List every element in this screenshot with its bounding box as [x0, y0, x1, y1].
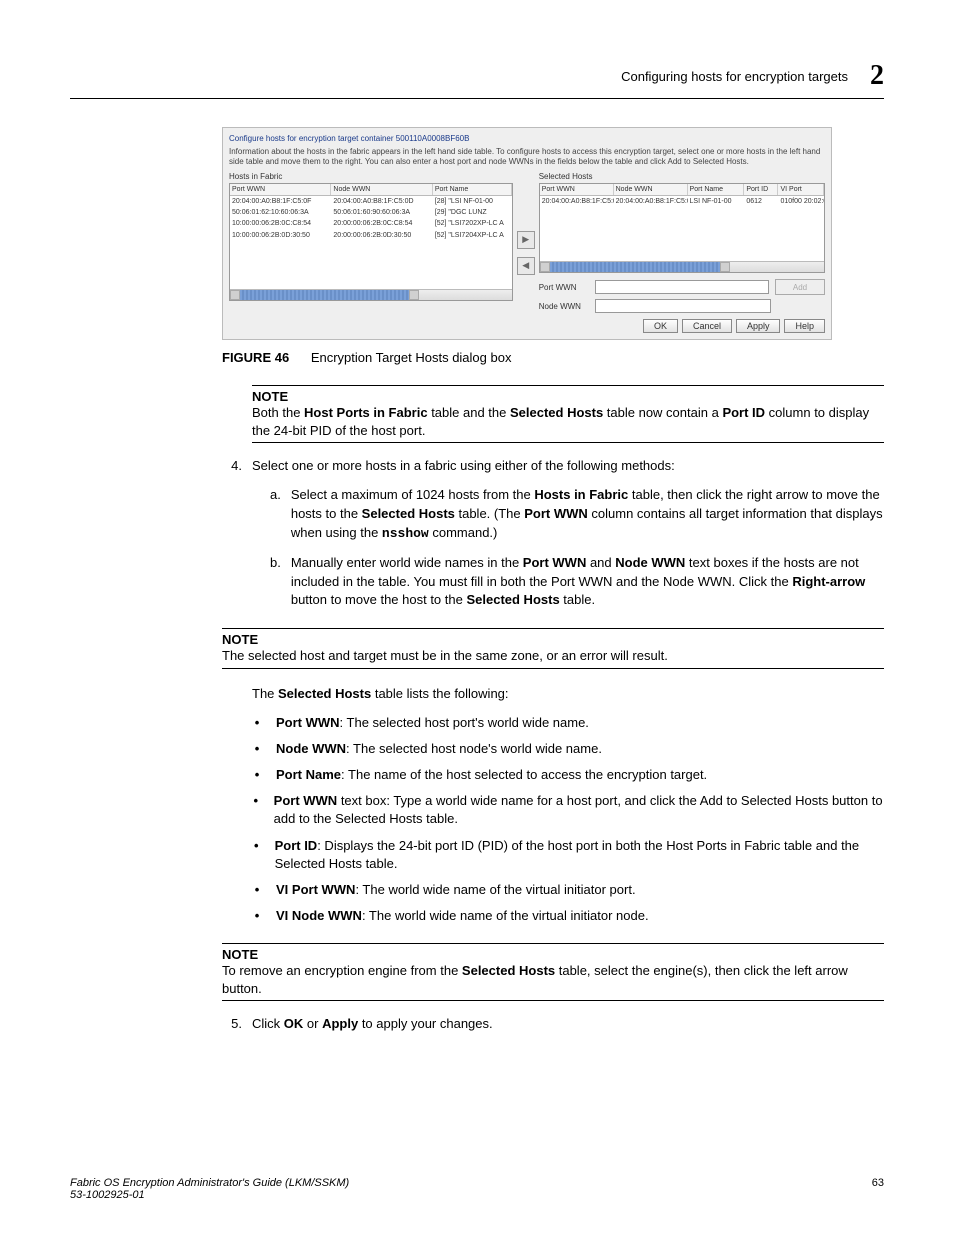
hosts-in-fabric-table[interactable]: Port WWN Node WWN Port Name 20:04:00:A0:…: [229, 183, 513, 301]
port-wwn-input[interactable]: [595, 280, 769, 294]
table-row[interactable]: 20:04:00:A0:B8:1F:C5:0E 20:04:00:A0:B8:1…: [540, 196, 824, 207]
list-intro: The Selected Hosts table lists the follo…: [252, 685, 884, 704]
note-block: NOTE To remove an encryption engine from…: [222, 943, 884, 1001]
ok-button[interactable]: OK: [643, 319, 678, 333]
table-row[interactable]: 50:06:01:62:10:60:06:3A50:06:01:60:90:60…: [230, 207, 512, 218]
col-vi-port: VI Port: [778, 184, 823, 195]
table-row[interactable]: 20:04:00:A0:B8:1F:C5:0F20:04:00:A0:B8:1F…: [230, 196, 512, 207]
note-title: NOTE: [222, 947, 884, 962]
apply-button[interactable]: Apply: [736, 319, 781, 333]
dialog-screenshot: Configure hosts for encryption target co…: [222, 127, 832, 340]
table-row[interactable]: 10:00:00:06:2B:0C:C8:5420:00:00:06:2B:0C…: [230, 218, 512, 229]
node-wwn-input-label: Node WWN: [539, 302, 589, 311]
note-title: NOTE: [222, 632, 884, 647]
bullet-list: •Port WWN: The selected host port's worl…: [252, 714, 884, 926]
scrollbar[interactable]: [230, 289, 512, 300]
step-5: 5. Click OK or Apply to apply your chang…: [222, 1015, 884, 1034]
footer-title: Fabric OS Encryption Administrator's Gui…: [70, 1177, 349, 1189]
col-port-wwn: Port WWN: [230, 184, 331, 195]
col-node-wwn: Node WWN: [614, 184, 688, 195]
col-port-name: Port Name: [433, 184, 512, 195]
page-footer: Fabric OS Encryption Administrator's Gui…: [70, 1177, 884, 1201]
selected-hosts-label: Selected Hosts: [539, 172, 825, 181]
page-number: 63: [872, 1177, 884, 1201]
col-port-id: Port ID: [744, 184, 778, 195]
note-block: NOTE Both the Host Ports in Fabric table…: [252, 385, 884, 443]
help-button[interactable]: Help: [784, 319, 825, 333]
dialog-title: Configure hosts for encryption target co…: [229, 134, 825, 143]
cancel-button[interactable]: Cancel: [682, 319, 732, 333]
scrollbar[interactable]: [540, 261, 824, 272]
node-wwn-input[interactable]: [595, 299, 771, 313]
dialog-info: Information about the hosts in the fabri…: [229, 147, 825, 166]
right-arrow-button[interactable]: ▶: [517, 231, 535, 249]
header-title: Configuring hosts for encryption targets: [621, 69, 848, 84]
figure-caption: FIGURE 46 Encryption Target Hosts dialog…: [222, 350, 884, 365]
col-port-name: Port Name: [688, 184, 745, 195]
port-wwn-input-label: Port WWN: [539, 283, 589, 292]
substep-b: b. Manually enter world wide names in th…: [270, 554, 884, 611]
note-block: NOTE The selected host and target must b…: [222, 628, 884, 669]
note-title: NOTE: [252, 389, 884, 404]
col-node-wwn: Node WWN: [331, 184, 432, 195]
substep-a: a. Select a maximum of 1024 hosts from t…: [270, 486, 884, 544]
figure-label: FIGURE 46: [222, 350, 289, 365]
add-button[interactable]: Add: [775, 279, 825, 295]
header-rule: [70, 98, 884, 99]
footer-docnum: 53-1002925-01: [70, 1189, 349, 1201]
chapter-number: 2: [870, 60, 884, 92]
selected-hosts-table[interactable]: Port WWN Node WWN Port Name Port ID VI P…: [539, 183, 825, 273]
figure-text: Encryption Target Hosts dialog box: [311, 350, 512, 365]
col-port-wwn: Port WWN: [540, 184, 614, 195]
step-4: 4. Select one or more hosts in a fabric …: [222, 457, 884, 476]
hosts-in-fabric-label: Hosts in Fabric: [229, 172, 513, 181]
table-row[interactable]: 10:00:00:06:2B:0D:30:5020:00:00:06:2B:0D…: [230, 230, 512, 241]
left-arrow-button[interactable]: ◀: [517, 257, 535, 275]
